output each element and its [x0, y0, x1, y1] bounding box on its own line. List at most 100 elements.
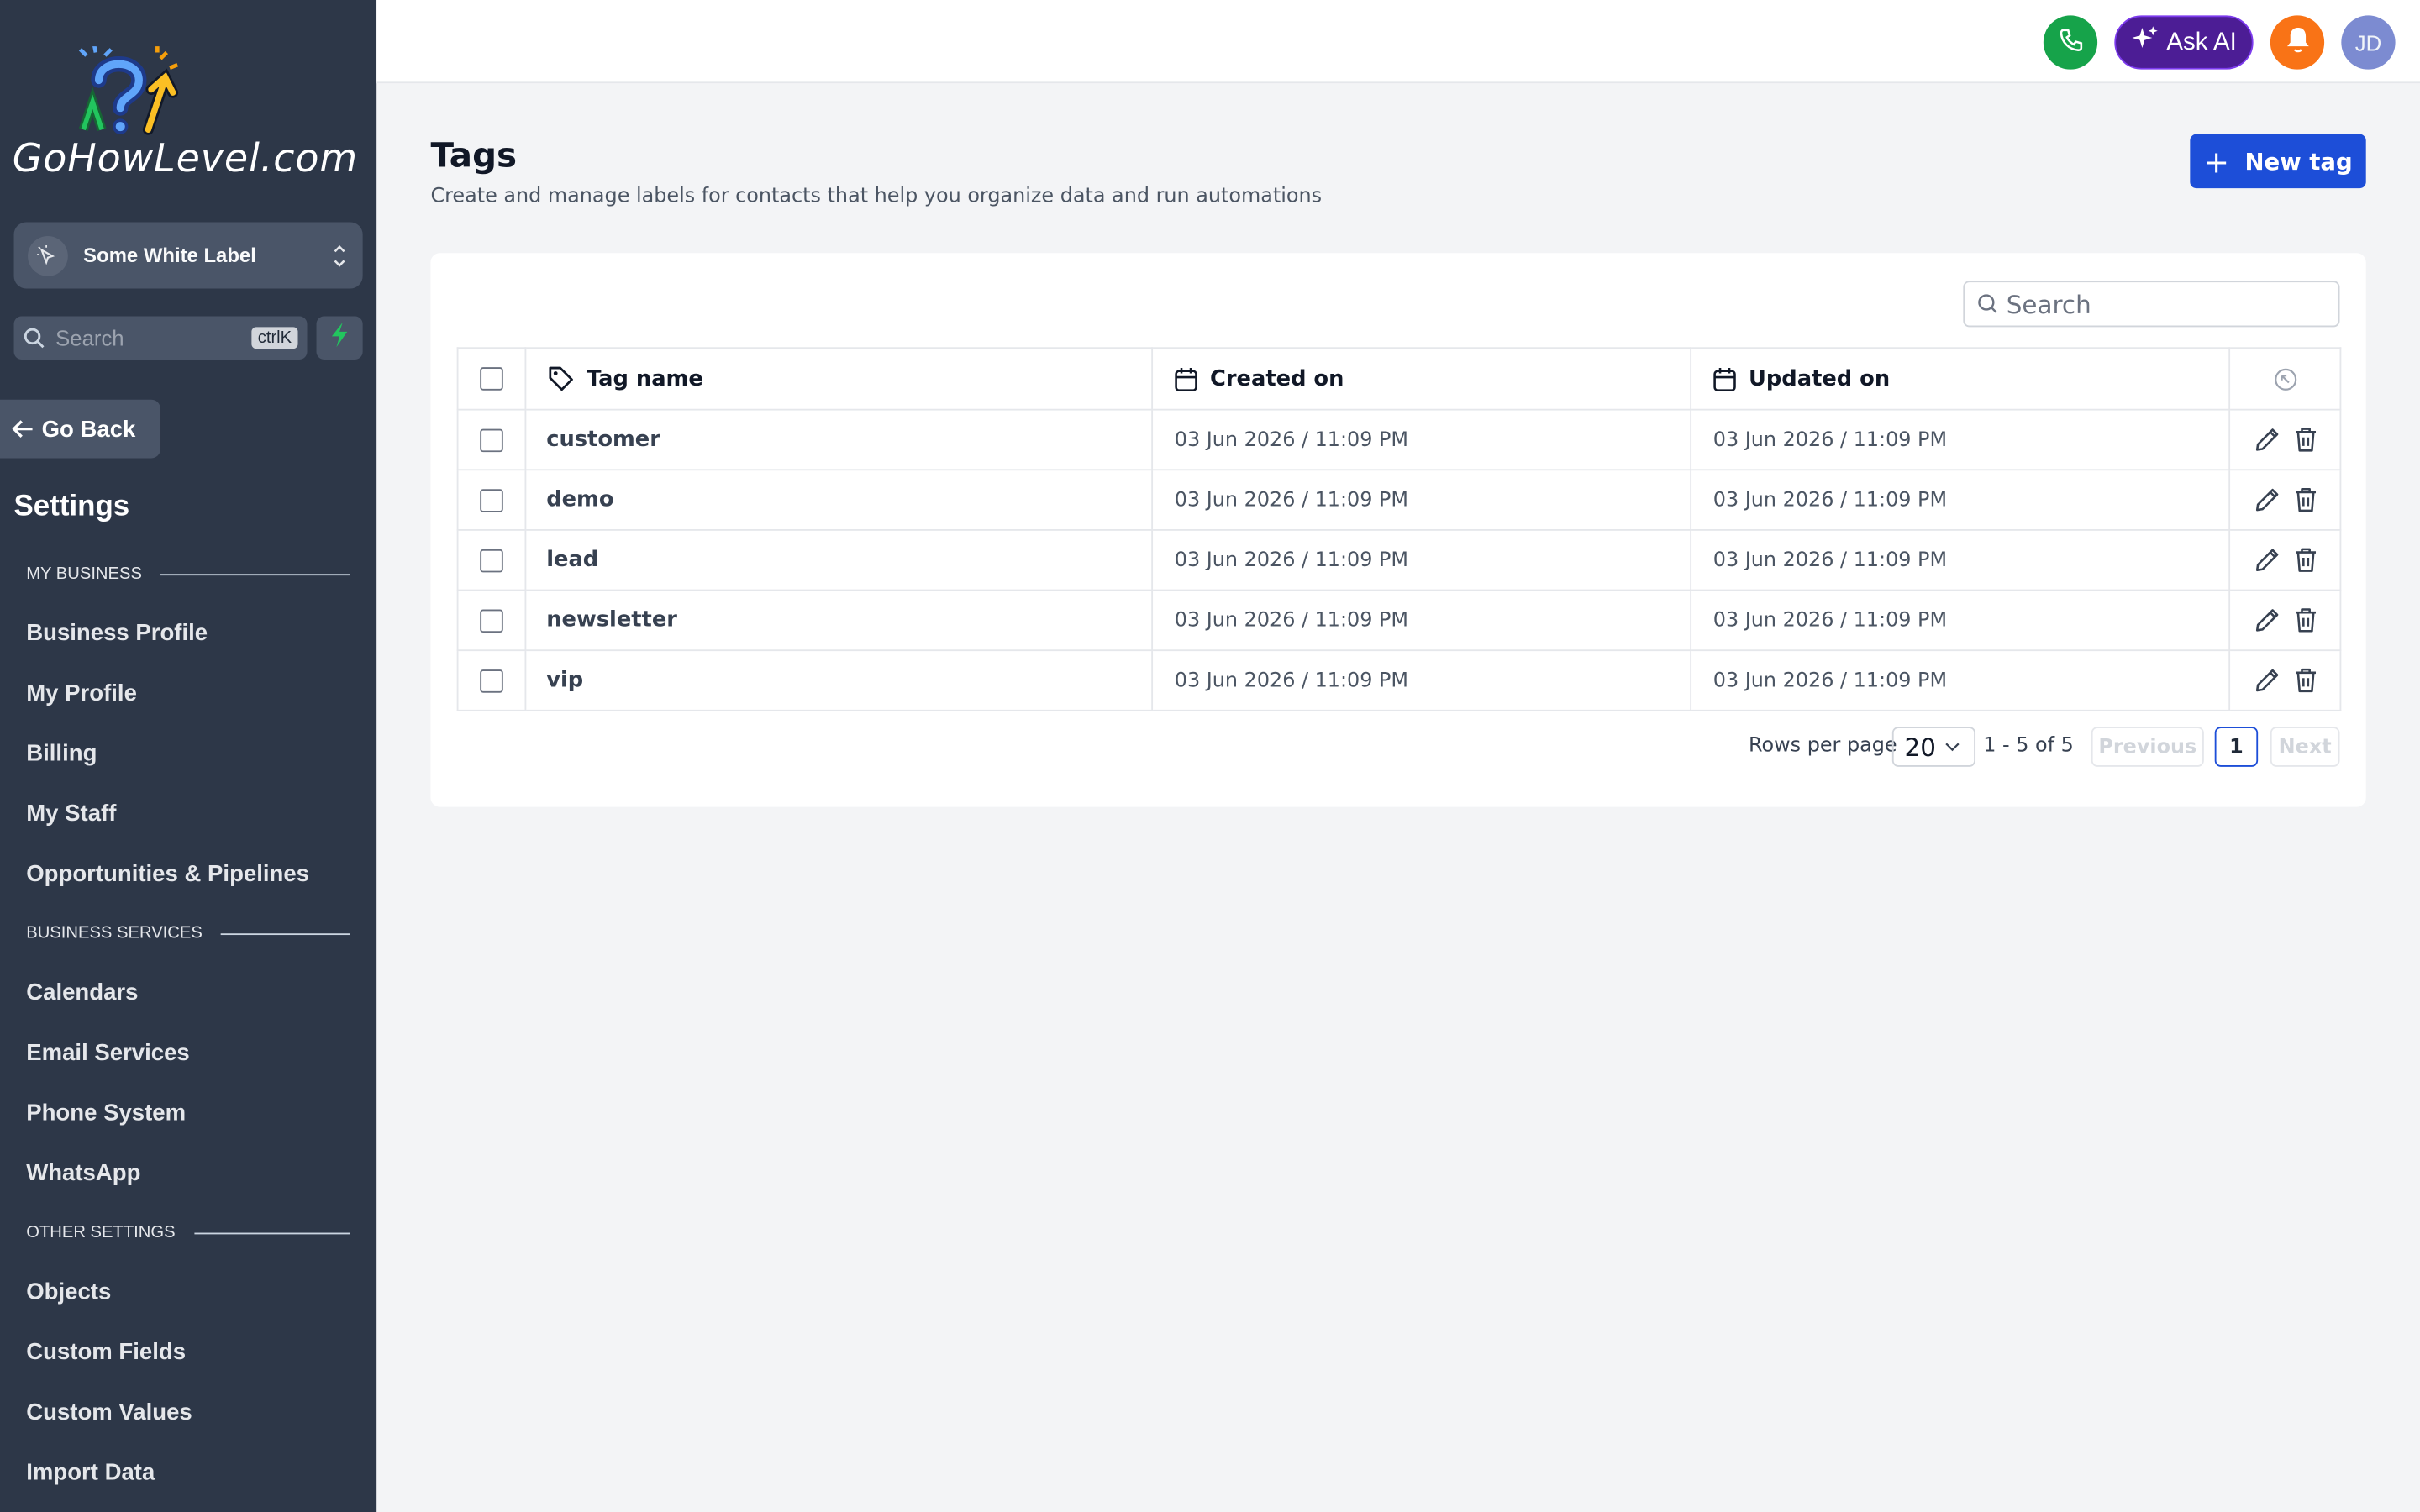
sidebar-search[interactable]: Search ctrlK [13, 316, 308, 360]
new-tag-button[interactable]: + New tag [2190, 134, 2366, 189]
edit-icon[interactable] [2253, 666, 2281, 694]
section-label: MY BUSINESS [26, 564, 142, 584]
nav-email-services[interactable]: Email Services [26, 1040, 190, 1066]
section-business-services: BUSINESS SERVICES [26, 924, 350, 942]
nav-import-data[interactable]: Import Data [26, 1460, 155, 1486]
tags-card: Search Tag name Created on Updated on cu… [430, 253, 2366, 807]
header-actions-cell [2228, 347, 2342, 411]
go-back-button[interactable]: Go Back [0, 399, 161, 459]
sidebar-search-placeholder: Search [55, 325, 124, 350]
trash-icon[interactable] [2292, 606, 2317, 634]
table-row[interactable]: newsletter 03 Jun 2026 / 11:09 PM 03 Jun… [456, 589, 2342, 652]
row-actions-cell [2228, 529, 2342, 591]
search-icon [24, 326, 47, 349]
table-row[interactable]: customer 03 Jun 2026 / 11:09 PM 03 Jun 2… [456, 408, 2342, 471]
nav-opportunities-pipelines[interactable]: Opportunities & Pipelines [26, 861, 309, 887]
previous-page-button[interactable]: Previous [2091, 727, 2204, 767]
nav-my-staff[interactable]: My Staff [26, 801, 116, 827]
created-on-cell: 03 Jun 2026 / 11:09 PM [1151, 469, 1692, 531]
edit-icon[interactable] [2253, 486, 2281, 514]
rows-per-page-value: 20 [1904, 732, 1936, 762]
user-avatar[interactable]: JD [2341, 15, 2396, 70]
pagination: Rows per page 20 1 - 5 of 5 Previous 1 N… [430, 727, 2340, 767]
edit-icon[interactable] [2253, 546, 2281, 574]
column-settings-icon[interactable] [2273, 366, 2297, 391]
table-header-row: Tag name Created on Updated on [456, 347, 2342, 411]
created-on-value: 03 Jun 2026 / 11:09 PM [1174, 488, 1409, 512]
ask-ai-button[interactable]: Ask AI [2114, 15, 2254, 70]
row-checkbox[interactable] [480, 548, 503, 572]
next-page-button[interactable]: Next [2270, 727, 2340, 767]
column-label: Updated on [1749, 366, 1891, 391]
bolt-icon [329, 322, 350, 354]
table-row[interactable]: demo 03 Jun 2026 / 11:09 PM 03 Jun 2026 … [456, 469, 2342, 531]
row-select-cell [456, 469, 527, 531]
row-actions-cell [2228, 649, 2342, 711]
quick-actions-button[interactable] [316, 316, 363, 360]
section-label: OTHER SETTINGS [26, 1223, 176, 1242]
page-1-button[interactable]: 1 [2214, 727, 2259, 767]
updated-on-cell: 03 Jun 2026 / 11:09 PM [1690, 649, 2231, 711]
trash-icon[interactable] [2292, 486, 2317, 514]
page-subtitle: Create and manage labels for contacts th… [430, 185, 1323, 208]
table-row[interactable]: lead 03 Jun 2026 / 11:09 PM 03 Jun 2026 … [456, 529, 2342, 591]
nav-objects[interactable]: Objects [26, 1279, 111, 1305]
select-all-checkbox[interactable] [480, 367, 503, 391]
phone-button[interactable] [2043, 15, 2098, 70]
sidebar: GoHowLevel.com Some White Label Search c… [0, 0, 377, 1512]
sparkles-icon [2131, 24, 2159, 60]
tags-table: Tag name Created on Updated on customer … [456, 347, 2342, 711]
trash-icon[interactable] [2292, 666, 2317, 694]
nav-custom-values[interactable]: Custom Values [26, 1399, 192, 1425]
account-switcher[interactable]: Some White Label [13, 222, 363, 289]
new-tag-label: New tag [2244, 147, 2353, 176]
row-select-cell [456, 408, 527, 471]
column-label: Created on [1210, 366, 1344, 391]
row-checkbox[interactable] [480, 669, 503, 692]
updated-on-value: 03 Jun 2026 / 11:09 PM [1712, 548, 1948, 572]
account-name: Some White Label [83, 244, 256, 267]
nav-business-profile[interactable]: Business Profile [26, 620, 208, 646]
nav-billing[interactable]: Billing [26, 741, 97, 767]
nav-calendars[interactable]: Calendars [26, 979, 138, 1005]
table-row[interactable]: vip 03 Jun 2026 / 11:09 PM 03 Jun 2026 /… [456, 649, 2342, 711]
rows-per-page-select[interactable]: 20 [1891, 727, 1976, 767]
row-actions-cell [2228, 589, 2342, 652]
tag-name-cell[interactable]: customer [524, 408, 1154, 471]
edit-icon[interactable] [2253, 606, 2281, 634]
notifications-button[interactable] [2270, 15, 2325, 70]
row-checkbox[interactable] [480, 488, 503, 512]
nav-phone-system[interactable]: Phone System [26, 1100, 186, 1126]
section-label: BUSINESS SERVICES [26, 924, 203, 943]
header-select-cell [456, 347, 527, 411]
ask-ai-label: Ask AI [2166, 28, 2237, 55]
edit-icon[interactable] [2253, 426, 2281, 454]
row-actions-cell [2228, 408, 2342, 471]
nav-custom-fields[interactable]: Custom Fields [26, 1339, 186, 1365]
tag-name-cell[interactable]: lead [524, 529, 1154, 591]
header-created-on[interactable]: Created on [1151, 347, 1692, 411]
row-checkbox[interactable] [480, 428, 503, 452]
tag-name-cell[interactable]: demo [524, 469, 1154, 531]
header-tag-name[interactable]: Tag name [524, 347, 1154, 411]
bell-icon [2285, 25, 2309, 59]
chevron-down-icon [1945, 742, 1960, 752]
nav-my-profile[interactable]: My Profile [26, 680, 137, 706]
nav-whatsapp[interactable]: WhatsApp [26, 1160, 140, 1186]
created-on-cell: 03 Jun 2026 / 11:09 PM [1151, 529, 1692, 591]
trash-icon[interactable] [2292, 426, 2317, 454]
tag-name: customer [546, 427, 660, 453]
updated-on-value: 03 Jun 2026 / 11:09 PM [1712, 428, 1948, 452]
tag-name-cell[interactable]: newsletter [524, 589, 1154, 652]
tags-search-input[interactable]: Search [1963, 281, 2340, 328]
shortcut-badge: ctrlK [251, 327, 298, 349]
header-updated-on[interactable]: Updated on [1690, 347, 2231, 411]
updated-on-cell: 03 Jun 2026 / 11:09 PM [1690, 529, 2231, 591]
row-select-cell [456, 529, 527, 591]
tag-name-cell[interactable]: vip [524, 649, 1154, 711]
settings-title: Settings [13, 491, 130, 523]
trash-icon[interactable] [2292, 546, 2317, 574]
brand-logo[interactable]: GoHowLevel.com [13, 46, 371, 188]
row-checkbox[interactable] [480, 608, 503, 633]
created-on-value: 03 Jun 2026 / 11:09 PM [1174, 669, 1409, 692]
